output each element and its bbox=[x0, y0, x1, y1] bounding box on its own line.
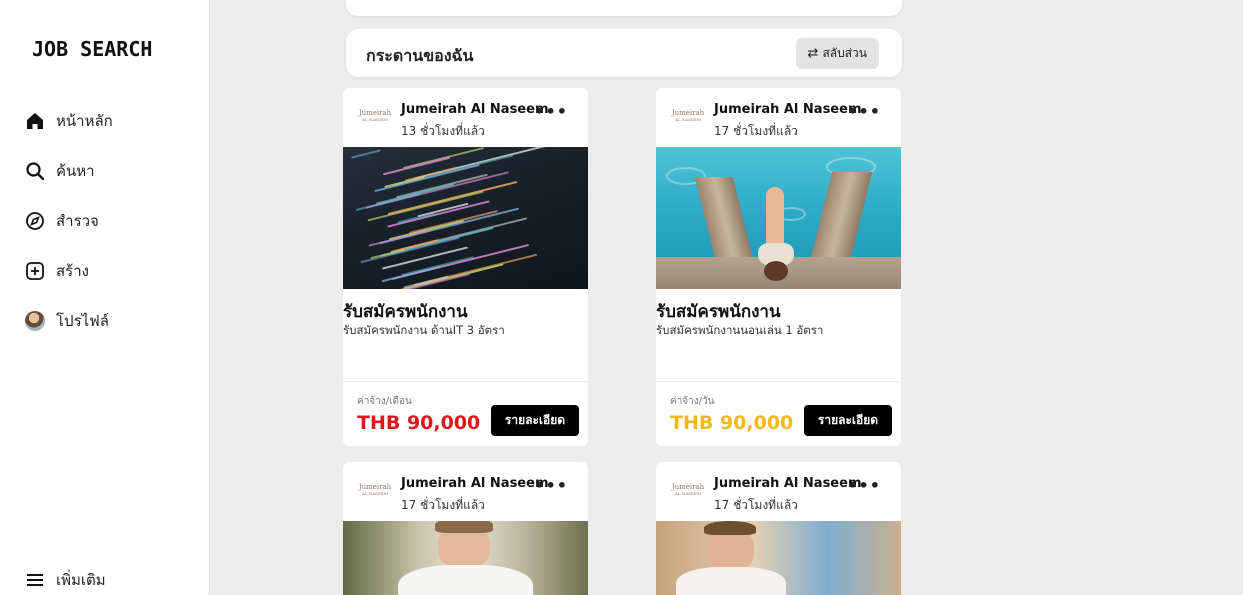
company-name[interactable]: Jumeirah Al Naseem bbox=[401, 102, 549, 117]
more-options-icon[interactable]: ••• bbox=[534, 102, 568, 121]
company-logo: Jumeirah AL NASEEM bbox=[671, 483, 705, 496]
job-image bbox=[343, 521, 588, 595]
job-description: รับสมัครพนักงาน ด้านIT 3 อัตรา bbox=[343, 323, 505, 337]
sidebar-more-button[interactable]: เพิ่มเติม bbox=[24, 565, 106, 595]
company-name[interactable]: Jumeirah Al Naseem bbox=[714, 102, 862, 117]
post-time: 17 ชั่วโมงที่แล้ว bbox=[714, 124, 798, 138]
job-description: รับสมัครพนักงานนอนเล่น 1 อัตรา bbox=[656, 323, 824, 337]
board-header: กระดานของฉัน ⇄ สลับส่วน bbox=[346, 29, 902, 77]
sidebar-item-label: สร้าง bbox=[56, 262, 89, 280]
sidebar-item-create[interactable]: สร้าง bbox=[24, 256, 89, 286]
job-image bbox=[343, 147, 588, 289]
company-logo: Jumeirah AL NASEEM bbox=[358, 109, 392, 122]
sidebar-item-profile[interactable]: โปรไฟล์ bbox=[24, 306, 109, 336]
switch-section-button[interactable]: ⇄ สลับส่วน bbox=[795, 38, 879, 69]
home-icon bbox=[24, 110, 46, 132]
wage-label: ค่าจ้าง/วัน bbox=[670, 396, 715, 407]
search-icon bbox=[24, 160, 46, 182]
job-card[interactable]: Jumeirah AL NASEEM Jumeirah Al Naseem 17 … bbox=[656, 462, 901, 595]
job-card-header: Jumeirah AL NASEEM Jumeirah Al Naseem 17 … bbox=[656, 88, 901, 147]
sidebar-item-home[interactable]: หน้าหลัก bbox=[24, 106, 113, 136]
company-logo: Jumeirah AL NASEEM bbox=[671, 109, 705, 122]
board-title: กระดานของฉัน bbox=[366, 46, 474, 65]
wage-amount: THB 90,000 bbox=[670, 412, 794, 434]
switch-section-label: สลับส่วน bbox=[822, 46, 867, 60]
post-time: 17 ชั่วโมงที่แล้ว bbox=[401, 498, 485, 512]
post-time: 13 ชั่วโมงที่แล้ว bbox=[401, 124, 485, 138]
hamburger-menu-icon bbox=[24, 569, 46, 591]
app-logo[interactable]: JOB SEARCH bbox=[32, 37, 152, 61]
job-image bbox=[656, 521, 901, 595]
sidebar-item-explore[interactable]: สำรวจ bbox=[24, 206, 99, 236]
sidebar-item-search[interactable]: ค้นหา bbox=[24, 156, 95, 186]
details-button[interactable]: รายละเอียด bbox=[804, 405, 892, 436]
post-time: 17 ชั่วโมงที่แล้ว bbox=[714, 498, 798, 512]
details-button[interactable]: รายละเอียด bbox=[491, 405, 579, 436]
compass-icon bbox=[24, 210, 46, 232]
job-title: รับสมัครพนักงาน bbox=[343, 302, 468, 322]
wage-label: ค่าจ้าง/เดือน bbox=[357, 396, 412, 407]
company-name[interactable]: Jumeirah Al Naseem bbox=[401, 476, 549, 491]
job-card[interactable]: Jumeirah AL NASEEM Jumeirah Al Naseem 17 … bbox=[343, 462, 588, 595]
job-card-header: Jumeirah AL NASEEM Jumeirah Al Naseem 13 … bbox=[343, 88, 588, 147]
more-options-icon[interactable]: ••• bbox=[847, 476, 881, 495]
job-image bbox=[656, 147, 901, 289]
more-options-icon[interactable]: ••• bbox=[534, 476, 568, 495]
sidebar: JOB SEARCH หน้าหลัก ค้นหา สำรวจ สร้าง โป… bbox=[0, 0, 210, 595]
sidebar-item-label: เพิ่มเติม bbox=[56, 571, 106, 589]
company-logo: Jumeirah AL NASEEM bbox=[358, 483, 392, 496]
job-card-footer: ค่าจ้าง/วัน THB 90,000 รายละเอียด bbox=[656, 381, 901, 446]
plus-square-icon bbox=[24, 260, 46, 282]
avatar bbox=[25, 311, 45, 331]
job-card-footer: ค่าจ้าง/เดือน THB 90,000 รายละเอียด bbox=[343, 381, 588, 446]
sidebar-item-label: ค้นหา bbox=[56, 162, 95, 180]
job-title: รับสมัครพนักงาน bbox=[656, 302, 781, 322]
job-card[interactable]: Jumeirah AL NASEEM Jumeirah Al Naseem 13 … bbox=[343, 88, 588, 446]
sidebar-item-label: โปรไฟล์ bbox=[56, 312, 109, 330]
swap-icon: ⇄ bbox=[807, 46, 819, 61]
sidebar-item-label: หน้าหลัก bbox=[56, 112, 113, 130]
previous-card-edge bbox=[346, 0, 902, 16]
job-card-header: Jumeirah AL NASEEM Jumeirah Al Naseem 17 … bbox=[343, 462, 588, 521]
job-card[interactable]: Jumeirah AL NASEEM Jumeirah Al Naseem 17 … bbox=[656, 88, 901, 446]
sidebar-item-label: สำรวจ bbox=[56, 212, 99, 230]
wage-amount: THB 90,000 bbox=[357, 412, 481, 434]
job-card-header: Jumeirah AL NASEEM Jumeirah Al Naseem 17 … bbox=[656, 462, 901, 521]
job-card-body: รับสมัครพนักงาน รับสมัครพนักงานนอนเล่น 1… bbox=[656, 289, 901, 381]
job-card-body: รับสมัครพนักงาน รับสมัครพนักงาน ด้านIT 3… bbox=[343, 289, 588, 381]
more-options-icon[interactable]: ••• bbox=[847, 102, 881, 121]
company-name[interactable]: Jumeirah Al Naseem bbox=[714, 476, 862, 491]
